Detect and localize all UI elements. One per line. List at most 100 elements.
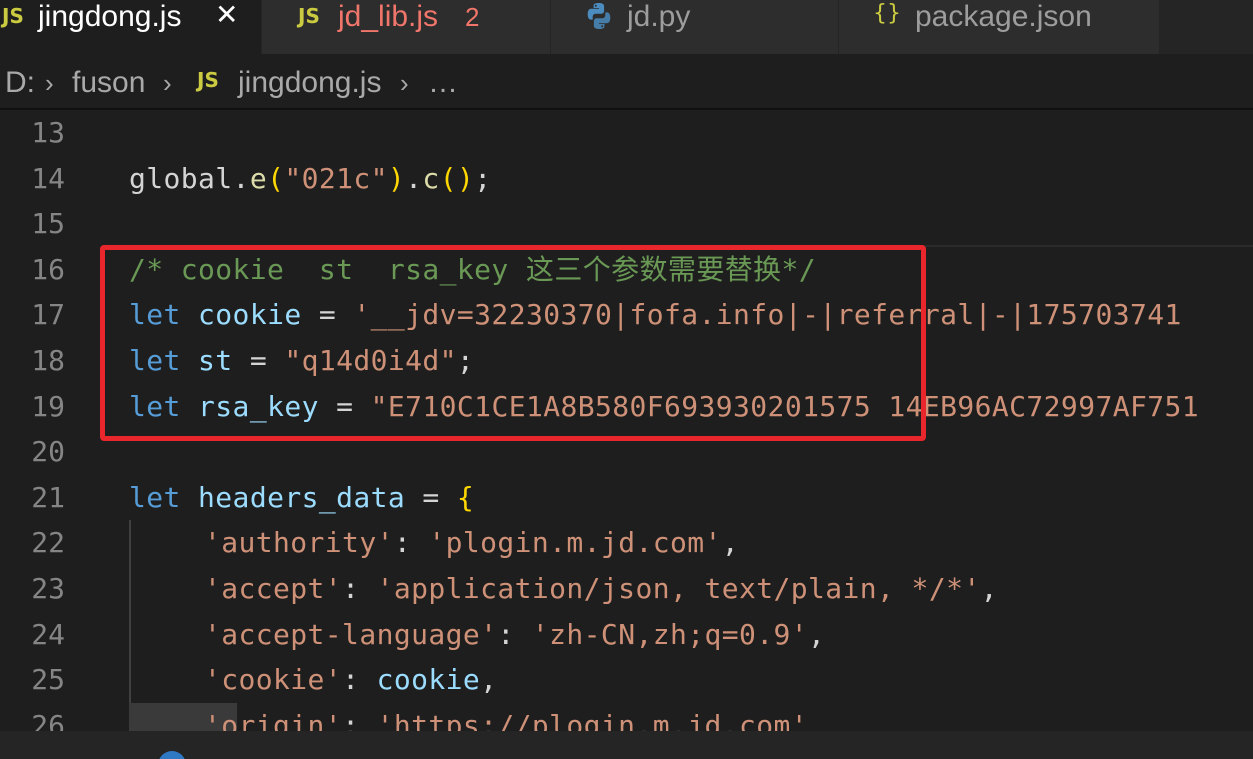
code-token: . xyxy=(232,161,250,195)
code-token: : xyxy=(393,526,429,560)
line-number: 14 xyxy=(31,161,65,195)
code-token: '__jdv=32230370|fofa.info|-|referral|-|1… xyxy=(353,298,1182,332)
code-token: let xyxy=(129,389,181,423)
code-line[interactable]: 22 'authority': 'plogin.m.jd.com', xyxy=(0,520,1253,566)
code-line[interactable]: 19 let rsa_key = "E710C1CE1A8B580F6939302… xyxy=(0,384,1253,430)
code-token: , xyxy=(721,526,740,560)
bottom-panel-strip xyxy=(0,731,1253,759)
code-token: : xyxy=(342,708,377,731)
line-number: 18 xyxy=(31,344,65,377)
line-number: 25 xyxy=(31,663,65,697)
breadcrumb-folder[interactable]: fuson xyxy=(72,65,145,101)
breadcrumb: D: › fuson › JS jingdong.js › … xyxy=(0,54,1253,110)
code-line[interactable]: 24 'accept-language': 'zh-CN,zh;q=0.9', xyxy=(0,612,1253,658)
line-number: 17 xyxy=(31,298,65,332)
code-token: headers_data xyxy=(198,480,406,514)
code-line[interactable]: 25 'cookie': cookie, xyxy=(0,657,1253,703)
editor-tab-bar: JS jingdong.js ✕ JS jd_lib.js 2 jd.py {}… xyxy=(0,0,1253,54)
line-number: 24 xyxy=(31,617,65,651)
breadcrumb-file[interactable]: jingdong.js xyxy=(238,65,381,101)
code-line[interactable]: 13 xyxy=(0,110,1253,156)
code-text: 'accept-language': 'zh-CN,zh;q=0.9', xyxy=(204,612,825,658)
python-icon xyxy=(585,2,613,30)
code-line[interactable]: 18 let st = "q14d0i4d"; xyxy=(0,338,1253,384)
breadcrumb-symbols-more[interactable]: … xyxy=(428,65,458,101)
line-number: 23 xyxy=(31,572,65,605)
code-token: ; xyxy=(456,344,475,377)
chevron-right-icon: › xyxy=(163,68,172,98)
problems-count-badge: 2 xyxy=(465,2,480,32)
code-token: c xyxy=(422,161,440,195)
code-token: ( xyxy=(439,161,457,195)
code-token: . xyxy=(405,161,423,195)
code-line[interactable]: 15 xyxy=(0,201,1253,247)
code-token: 'accept' xyxy=(204,572,343,605)
code-editor[interactable]: 13 14 global.e("021c").c(); 15 16/* cookie s… xyxy=(0,110,1253,731)
tab-jd-py[interactable]: jd.py xyxy=(551,0,839,54)
code-token: "021c" xyxy=(284,161,388,195)
code-token: = xyxy=(301,298,354,332)
tab-label: jingdong.js xyxy=(38,0,182,33)
code-text: let rsa_key = "E710C1CE1A8B580F693930201… xyxy=(129,384,1199,430)
javascript-file-icon: JS xyxy=(298,4,320,28)
code-token: 'origin' xyxy=(204,708,343,731)
line-number: 15 xyxy=(31,207,65,241)
code-text: 'origin': 'https://plogin.m.jd.com', xyxy=(204,703,825,731)
code-token: e xyxy=(249,161,268,195)
javascript-file-icon: JS xyxy=(197,68,219,92)
code-token: , xyxy=(980,572,998,605)
line-number: 20 xyxy=(31,435,65,469)
code-token: 'https://plogin.m.jd.com' xyxy=(376,708,809,731)
code-text: /* cookie st rsa_key 这三个参数需要替换*/ xyxy=(129,247,816,293)
code-token: 'zh-CN,zh;q=0.9' xyxy=(531,617,809,651)
code-token: ) xyxy=(387,161,406,195)
line-number: 19 xyxy=(31,389,65,423)
code-token: , xyxy=(808,708,826,731)
javascript-file-icon: JS xyxy=(2,4,24,28)
close-icon[interactable]: ✕ xyxy=(215,0,238,30)
line-number: 22 xyxy=(31,526,65,560)
code-token: "q14d0i4d" xyxy=(284,344,457,377)
breadcrumb-drive[interactable]: D: xyxy=(5,65,35,101)
chevron-right-icon: › xyxy=(45,68,54,98)
code-token: let xyxy=(129,298,181,332)
code-text: global.e("021c").c(); xyxy=(129,156,491,202)
code-token: 'plogin.m.jd.com' xyxy=(428,526,722,560)
code-token: : xyxy=(497,617,532,651)
code-token: 'accept-language' xyxy=(204,617,498,651)
code-token: let xyxy=(129,480,181,514)
code-token: ; xyxy=(474,161,492,195)
code-line[interactable]: 23 'accept': 'application/json, text/plai… xyxy=(0,566,1253,612)
json-braces-icon: {} xyxy=(873,1,901,26)
code-text: let st = "q14d0i4d"; xyxy=(129,338,474,384)
code-token: ) xyxy=(456,161,475,195)
code-token: = xyxy=(232,344,285,377)
tab-jd-lib-js[interactable]: JS jd_lib.js 2 xyxy=(262,0,551,54)
line-number: 16 xyxy=(31,252,65,286)
code-line[interactable]: 21 let headers_data = { xyxy=(0,475,1253,521)
code-token: cookie xyxy=(376,663,481,697)
code-line[interactable]: 17 let cookie = '__jdv=32230370|fofa.info… xyxy=(0,292,1253,338)
code-token: { xyxy=(456,480,475,514)
code-token: : xyxy=(342,663,377,697)
code-line[interactable]: 16 /* cookie st rsa_key 这三个参数需要替换*/ xyxy=(0,247,1253,293)
tab-package-json[interactable]: {} package.json xyxy=(839,0,1160,54)
code-token: 'application/json, text/plain, */*' xyxy=(376,572,981,605)
code-token: st xyxy=(198,344,233,377)
line-number: 21 xyxy=(31,480,65,514)
code-text: 'cookie': cookie, xyxy=(204,657,497,703)
code-line[interactable]: 26 'origin': 'https://plogin.m.jd.com', xyxy=(0,703,1253,731)
code-token: cookie xyxy=(198,298,302,332)
code-token: , xyxy=(808,617,826,651)
code-text: 'accept': 'application/json, text/plain,… xyxy=(204,566,998,612)
tab-jingdong-js[interactable]: JS jingdong.js ✕ xyxy=(0,0,262,54)
code-line[interactable]: 20 xyxy=(0,429,1253,475)
code-token: = xyxy=(318,389,371,423)
code-line[interactable]: 14 global.e("021c").c(); xyxy=(0,156,1253,202)
tab-label: package.json xyxy=(915,0,1092,33)
status-indicator xyxy=(158,751,186,759)
